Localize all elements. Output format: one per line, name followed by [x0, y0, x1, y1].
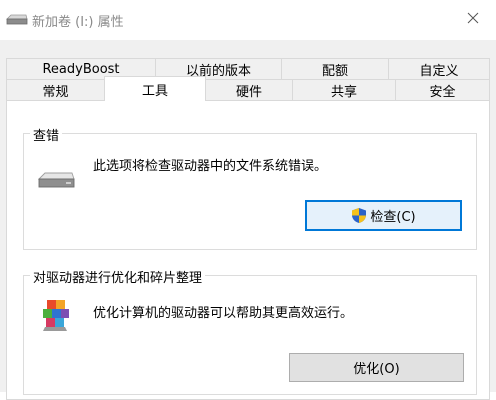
shield-icon [351, 207, 367, 224]
window-title: 新加卷 (I:) 属性 [32, 15, 124, 30]
optimize-button[interactable]: 优化(O) [289, 353, 464, 382]
optimize-group: 对驱动器进行优化和碎片整理 优化计算机的驱动器可以帮助其更高效运行。 优化(O) [23, 267, 477, 395]
error-checking-description: 此选项将检查驱动器中的文件系统错误。 [93, 159, 328, 174]
check-button-label: 检查(C) [370, 210, 416, 225]
drive-icon [6, 13, 28, 25]
tab-sharing[interactable]: 共享 [292, 79, 396, 100]
error-checking-group: 查错 此选项将检查驱动器中的文件系统错误。 检查(C) [23, 125, 477, 250]
defrag-icon [41, 298, 71, 336]
tab-tools[interactable]: 工具 [104, 76, 206, 101]
title-bar: 新加卷 (I:) 属性 [0, 0, 496, 40]
optimize-title: 对驱动器进行优化和碎片整理 [30, 267, 206, 286]
drive-icon [37, 171, 75, 193]
optimize-description: 优化计算机的驱动器可以帮助其更高效运行。 [93, 306, 354, 321]
tools-tab-panel: 查错 此选项将检查驱动器中的文件系统错误。 检查(C) 对驱动器进行优化和碎片整… [6, 100, 490, 400]
close-icon [467, 12, 479, 28]
optimize-button-label: 优化(O) [353, 362, 400, 377]
check-button[interactable]: 检查(C) [305, 200, 462, 231]
tab-hardware[interactable]: 硬件 [205, 79, 293, 100]
tab-customize[interactable]: 自定义 [388, 58, 490, 79]
error-checking-title: 查错 [30, 125, 63, 144]
tab-quota[interactable]: 配额 [281, 58, 389, 79]
close-button[interactable] [450, 0, 496, 40]
tab-general[interactable]: 常规 [6, 79, 105, 100]
tab-security[interactable]: 安全 [395, 79, 490, 100]
